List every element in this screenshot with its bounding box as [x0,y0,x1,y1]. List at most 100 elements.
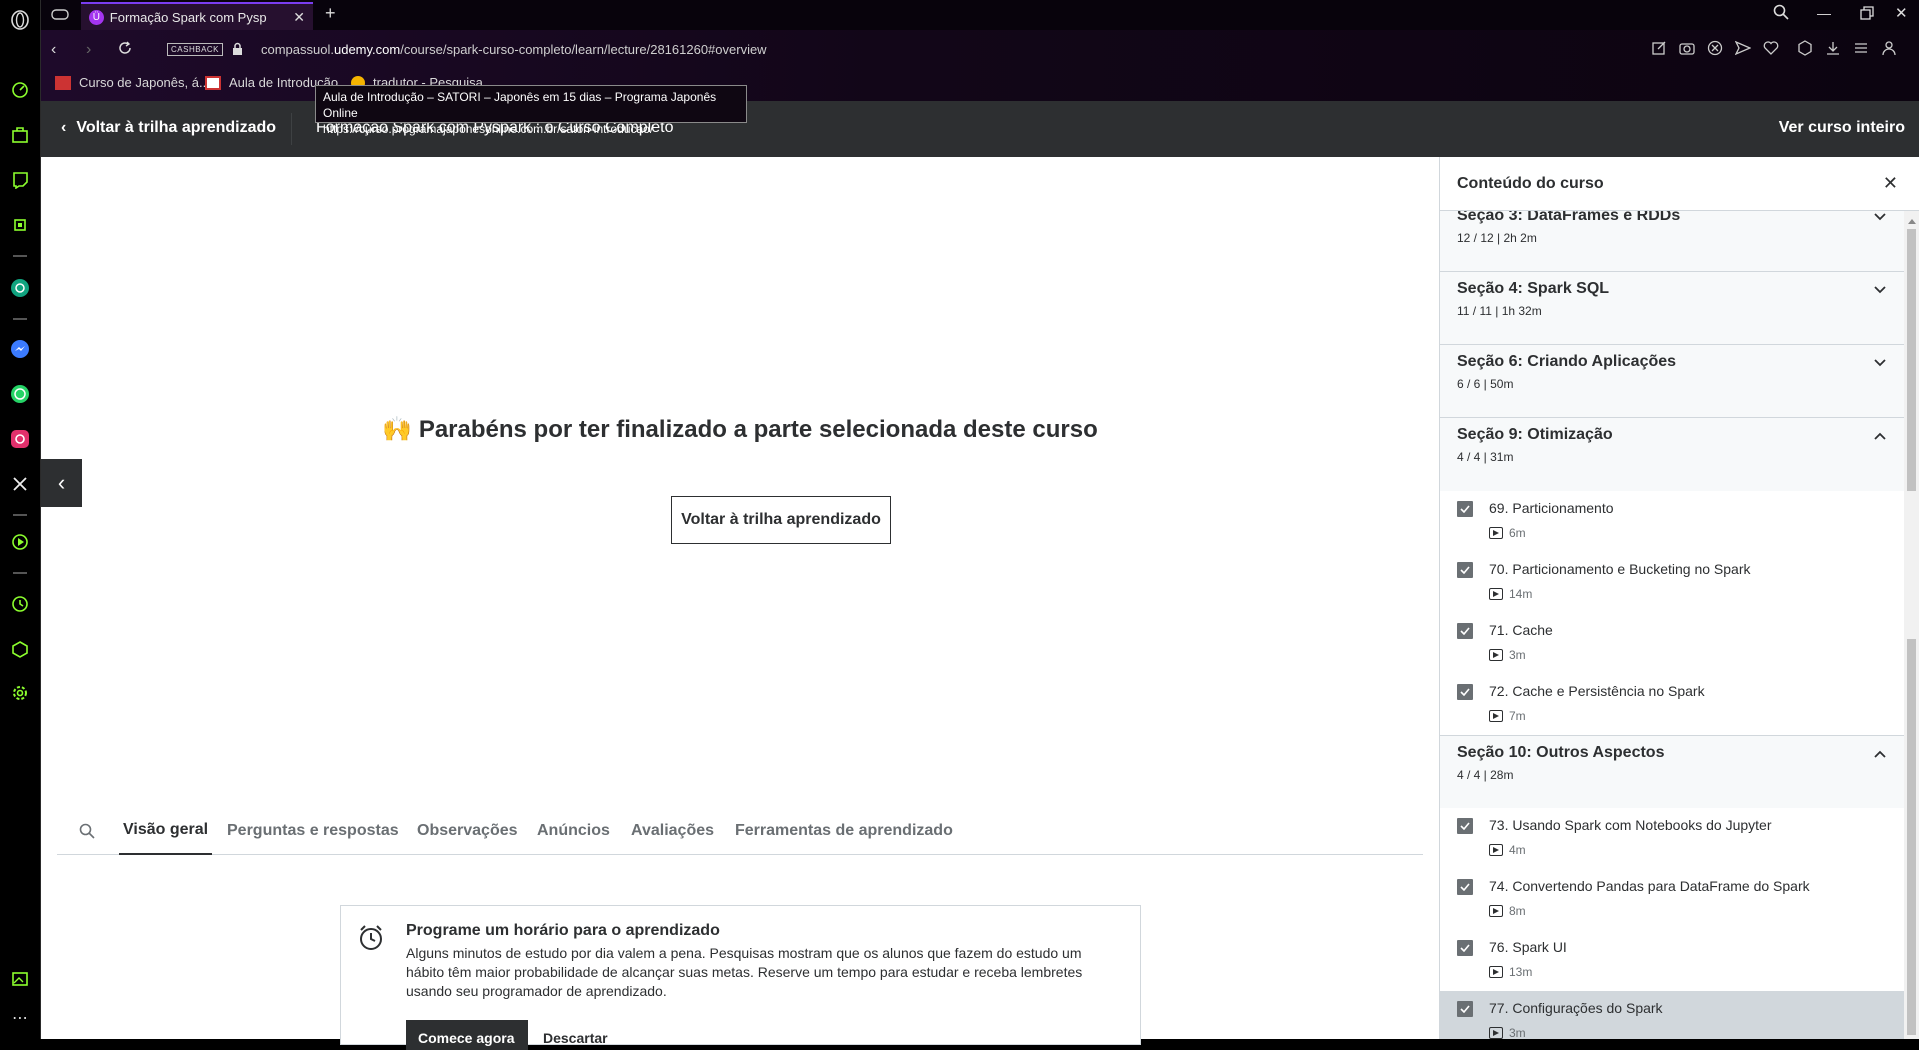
url-subdomain: compassuol. [261,42,334,57]
video-play-icon [1489,588,1503,600]
checkbox-checked-icon[interactable] [1457,623,1473,639]
hardware-icon[interactable] [8,213,32,237]
section-6[interactable]: Seção 6: Criando Aplicações 6 / 6 | 50m [1440,345,1904,418]
video-play-icon [1489,966,1503,978]
x-twitter-icon[interactable] [8,472,32,496]
section-9[interactable]: Seção 9: Otimização 4 / 4 | 31m [1440,418,1904,491]
checkbox-checked-icon[interactable] [1457,684,1473,700]
menu-lines-icon[interactable] [1853,40,1869,56]
checkbox-checked-icon[interactable] [1457,940,1473,956]
checkbox-checked-icon[interactable] [1457,818,1473,834]
course-tabs: Visão geral Perguntas e respostas Observ… [57,807,1423,855]
lecture-title: 70. Particionamento e Bucketing no Spark [1489,561,1751,577]
tab-questions[interactable]: Perguntas e respostas [227,807,399,855]
address-bar: ‹ › CASHBACK compassuol.udemy.com/course… [41,32,1919,68]
lecture-item[interactable]: 70. Particionamento e Bucketing no Spark… [1440,552,1904,613]
lecture-title: 73. Usando Spark com Notebooks do Jupyte… [1489,817,1772,833]
lecture-item[interactable]: 73. Usando Spark com Notebooks do Jupyte… [1440,808,1904,869]
more-dots-icon[interactable]: ⋯ [8,1006,32,1030]
gamepad-icon[interactable] [51,6,69,27]
bookmark-item-1[interactable]: Curso de Japonês, á... [55,75,210,90]
lecture-duration: 4m [1509,843,1526,857]
start-now-button[interactable]: Comece agora [406,1020,528,1050]
tab-overview[interactable]: Visão geral [119,807,213,855]
alarm-clock-icon [357,924,385,957]
speed-icon[interactable] [8,78,32,102]
window-close-icon[interactable]: ✕ [1895,4,1908,22]
minimize-icon[interactable]: — [1817,5,1831,21]
settings-gear-icon[interactable] [8,681,32,705]
whatsapp-icon[interactable] [8,382,32,406]
lecture-item[interactable]: 71. Cache 3m [1440,613,1904,674]
lecture-item[interactable]: 69. Particionamento 6m [1440,491,1904,552]
player-icon[interactable] [8,530,32,554]
checkbox-checked-icon[interactable] [1457,562,1473,578]
lecture-item[interactable]: 72. Cache e Persistência no Spark 7m [1440,674,1904,735]
lecture-item[interactable]: 74. Convertendo Pandas para DataFrame do… [1440,869,1904,930]
tab-reviews[interactable]: Avaliações [631,807,714,855]
collapse-sidebar-button[interactable]: ‹ [41,459,82,507]
close-panel-icon[interactable]: ✕ [1883,173,1898,194]
panel-scrollbar[interactable] [1904,211,1919,1039]
restore-icon[interactable] [1860,6,1874,25]
section-10[interactable]: Seção 10: Outros Aspectos 4 / 4 | 28m [1440,735,1904,808]
tab-announcements[interactable]: Anúncios [537,807,610,855]
wallpaper-icon[interactable] [8,967,32,991]
scrollbar-thumb[interactable] [1907,229,1916,491]
new-tab-plus-icon[interactable]: + [325,3,336,24]
checkbox-checked-icon[interactable] [1457,879,1473,895]
schedule-card-box: Programe um horário para o aprendizado A… [340,905,1141,1050]
search-icon[interactable] [79,807,95,855]
lecture-item-current[interactable]: 77. Configurações do Spark 3m [1440,991,1904,1039]
celebration-icon: 🙌 [382,416,413,443]
adblock-icon[interactable] [1707,40,1723,56]
heart-icon[interactable] [1763,40,1779,56]
opera-logo-icon[interactable] [8,8,32,32]
url-input[interactable]: compassuol.udemy.com/course/spark-curso-… [261,42,767,57]
profile-icon[interactable] [1881,40,1897,56]
checkbox-checked-icon[interactable] [1457,1001,1473,1017]
scrollbar-thumb-lower[interactable] [1907,639,1916,1035]
lecture-duration: 14m [1509,587,1533,601]
section-4[interactable]: Seção 4: Spark SQL 11 / 11 | 1h 32m [1440,272,1904,345]
download-icon[interactable] [1825,40,1841,56]
chevron-down-icon [1874,213,1886,221]
cube-icon[interactable] [1797,40,1813,56]
tab-learning-tools[interactable]: Ferramentas de aprendizado [735,807,953,855]
tab-notes[interactable]: Observações [417,807,518,855]
lecture-item[interactable]: 76. Spark UI 13m [1440,930,1904,991]
extensions-cube-icon[interactable] [8,637,32,661]
tab-close-icon[interactable]: ✕ [293,9,305,26]
dismiss-button[interactable]: Descartar [543,1030,608,1046]
send-icon[interactable] [1735,40,1751,56]
messenger-icon[interactable] [8,337,32,361]
search-tabs-icon[interactable] [1773,4,1789,25]
tab-active[interactable]: Ü Formação Spark com Pysp ✕ [81,2,313,30]
back-label: Voltar à trilha aprendizado [76,119,277,136]
bookmark-label: Curso de Japonês, á... [79,75,210,90]
lock-icon[interactable] [232,42,243,60]
video-play-icon [1489,649,1503,661]
section-title: Seção 9: Otimização [1457,426,1613,443]
store-icon[interactable] [8,123,32,147]
camera-icon[interactable] [1679,40,1695,56]
link-tooltip: Aula de Introdução – SATORI – Japonês em… [315,85,747,136]
edit-icon[interactable] [1651,40,1667,56]
section-3[interactable]: Seção 3: DataFrames e RDDs 12 / 12 | 2h … [1440,211,1904,272]
view-full-course-link[interactable]: Ver curso inteiro [1779,119,1905,137]
cashback-badge[interactable]: CASHBACK [167,43,224,56]
back-to-path-link[interactable]: ‹ Voltar à trilha aprendizado [61,119,276,137]
checkbox-checked-icon[interactable] [1457,501,1473,517]
chevron-up-icon [1874,432,1886,440]
reload-icon[interactable] [118,41,132,60]
scroll-up-arrow-icon[interactable] [1908,219,1916,224]
video-play-icon [1489,905,1503,917]
twitch-icon[interactable] [8,168,32,192]
lecture-title: 77. Configurações do Spark [1489,1000,1663,1016]
history-icon[interactable] [8,592,32,616]
instagram-icon[interactable] [8,427,32,451]
forward-nav-icon[interactable]: › [86,41,91,59]
back-to-path-button[interactable]: Voltar à trilha aprendizado [671,496,891,544]
back-nav-icon[interactable]: ‹ [51,41,56,59]
chatgpt-icon[interactable] [8,276,32,300]
